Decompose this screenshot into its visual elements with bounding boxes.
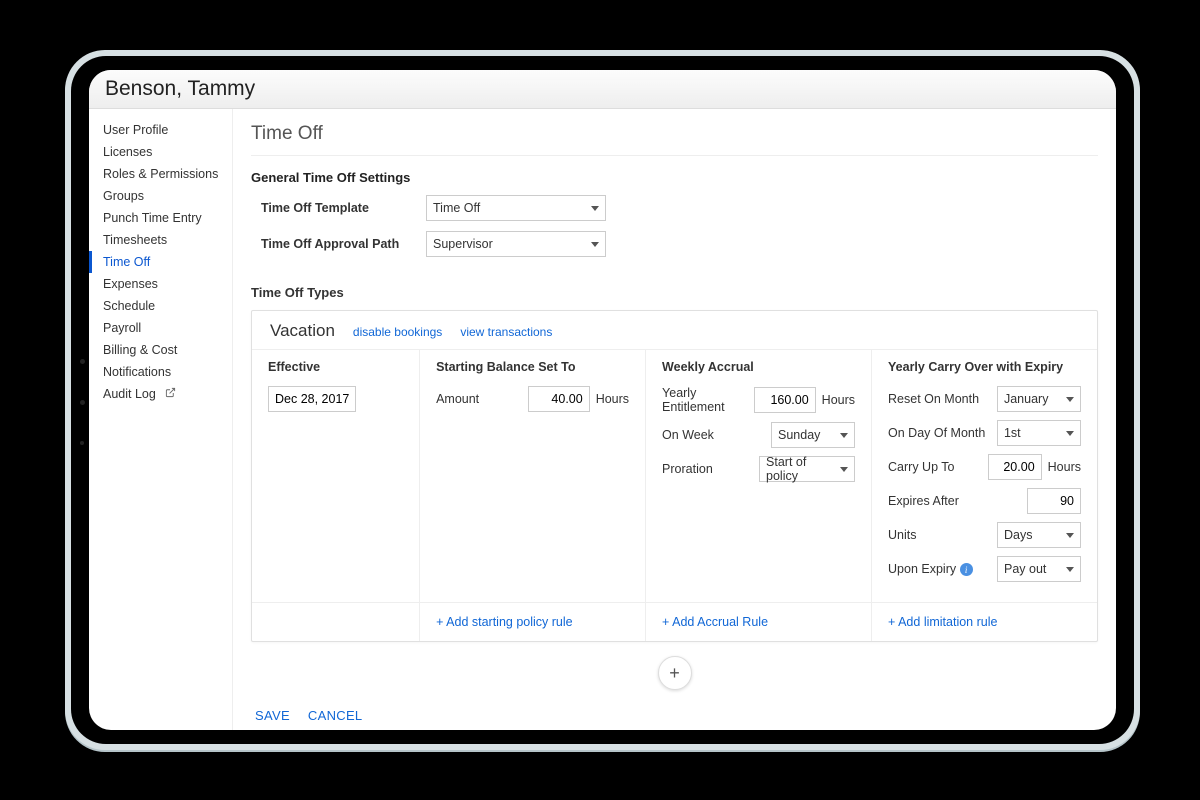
sidebar-item-punch-time-entry[interactable]: Punch Time Entry bbox=[89, 207, 232, 229]
accrual-heading: Weekly Accrual bbox=[662, 360, 855, 374]
upon-expiry-select[interactable]: Pay out bbox=[997, 556, 1081, 582]
on-day-label: On Day Of Month bbox=[888, 426, 991, 440]
chevron-down-icon bbox=[591, 206, 599, 211]
add-starting-policy-rule-link[interactable]: + Add starting policy rule bbox=[436, 615, 573, 629]
cancel-button[interactable]: CANCEL bbox=[308, 708, 363, 723]
app-screen: Benson, Tammy User Profile Licenses Role… bbox=[89, 70, 1116, 730]
select-value: Pay out bbox=[1004, 562, 1046, 576]
time-off-type-card-vacation: Vacation disable bookings view transacti… bbox=[251, 310, 1098, 642]
main-content: Time Off General Time Off Settings Time … bbox=[233, 109, 1116, 730]
amount-input[interactable] bbox=[528, 386, 590, 412]
accrual-column: Weekly Accrual Yearly Entitlement Hours … bbox=[646, 350, 872, 602]
select-value: 1st bbox=[1004, 426, 1021, 440]
starting-balance-column: Starting Balance Set To Amount Hours bbox=[420, 350, 646, 602]
general-settings-heading: General Time Off Settings bbox=[251, 170, 1098, 185]
on-week-label: On Week bbox=[662, 428, 765, 442]
upon-expiry-label: Upon Expiry i bbox=[888, 562, 991, 577]
camera-dot-3 bbox=[80, 441, 84, 445]
camera-dot bbox=[80, 400, 85, 405]
carry-over-column: Yearly Carry Over with Expiry Reset On M… bbox=[872, 350, 1097, 602]
on-day-select[interactable]: 1st bbox=[997, 420, 1081, 446]
sidebar: User Profile Licenses Roles & Permission… bbox=[89, 109, 233, 730]
page-title: Time Off bbox=[251, 119, 1098, 156]
select-value: January bbox=[1004, 392, 1048, 406]
info-icon[interactable]: i bbox=[960, 563, 973, 576]
approval-path-select[interactable]: Supervisor bbox=[426, 231, 606, 257]
sidebar-item-notifications[interactable]: Notifications bbox=[89, 361, 232, 383]
select-value: Start of policy bbox=[766, 455, 840, 483]
amount-unit: Hours bbox=[596, 392, 629, 406]
effective-date-input[interactable] bbox=[268, 386, 356, 412]
sidebar-item-payroll[interactable]: Payroll bbox=[89, 317, 232, 339]
disable-bookings-link[interactable]: disable bookings bbox=[353, 325, 442, 339]
expires-after-input[interactable] bbox=[1027, 488, 1081, 514]
select-value: Time Off bbox=[433, 201, 480, 215]
chevron-down-icon bbox=[840, 433, 848, 438]
sidebar-item-groups[interactable]: Groups bbox=[89, 185, 232, 207]
add-type-button[interactable]: + bbox=[658, 656, 692, 690]
units-label: Units bbox=[888, 528, 991, 542]
view-transactions-link[interactable]: view transactions bbox=[460, 325, 552, 339]
select-value: Days bbox=[1004, 528, 1032, 542]
reset-month-label: Reset On Month bbox=[888, 392, 991, 406]
external-link-icon bbox=[165, 387, 176, 401]
entitlement-unit: Hours bbox=[822, 393, 855, 407]
page-user-title: Benson, Tammy bbox=[89, 70, 1116, 109]
starting-balance-heading: Starting Balance Set To bbox=[436, 360, 629, 374]
sidebar-item-roles-permissions[interactable]: Roles & Permissions bbox=[89, 163, 232, 185]
chevron-down-icon bbox=[1066, 431, 1074, 436]
time-off-template-select[interactable]: Time Off bbox=[426, 195, 606, 221]
effective-heading: Effective bbox=[268, 360, 403, 374]
select-value: Supervisor bbox=[433, 237, 493, 251]
sidebar-item-user-profile[interactable]: User Profile bbox=[89, 119, 232, 141]
proration-select[interactable]: Start of policy bbox=[759, 456, 855, 482]
sidebar-item-licenses[interactable]: Licenses bbox=[89, 141, 232, 163]
yearly-entitlement-input[interactable] bbox=[754, 387, 816, 413]
sidebar-item-label: Audit Log bbox=[103, 387, 156, 401]
tablet-bezel: Benson, Tammy User Profile Licenses Role… bbox=[71, 56, 1134, 744]
time-off-template-label: Time Off Template bbox=[251, 201, 426, 215]
approval-path-label: Time Off Approval Path bbox=[251, 237, 426, 251]
carry-up-input[interactable] bbox=[988, 454, 1042, 480]
yearly-entitlement-label: Yearly Entitlement bbox=[662, 386, 748, 414]
time-off-types-heading: Time Off Types bbox=[251, 285, 1098, 300]
reset-month-select[interactable]: January bbox=[997, 386, 1081, 412]
tablet-frame: Benson, Tammy User Profile Licenses Role… bbox=[65, 50, 1140, 750]
sidebar-item-time-off[interactable]: Time Off bbox=[89, 251, 232, 273]
sidebar-item-audit-log[interactable]: Audit Log bbox=[89, 383, 232, 405]
effective-column: Effective bbox=[252, 350, 420, 602]
sidebar-item-timesheets[interactable]: Timesheets bbox=[89, 229, 232, 251]
carry-up-label: Carry Up To bbox=[888, 460, 982, 474]
sidebar-item-expenses[interactable]: Expenses bbox=[89, 273, 232, 295]
on-week-select[interactable]: Sunday bbox=[771, 422, 855, 448]
chevron-down-icon bbox=[1066, 397, 1074, 402]
chevron-down-icon bbox=[840, 467, 848, 472]
expires-after-label: Expires After bbox=[888, 494, 1021, 508]
camera-dot-2 bbox=[80, 359, 85, 364]
carry-up-unit: Hours bbox=[1048, 460, 1081, 474]
type-name: Vacation bbox=[270, 321, 335, 341]
proration-label: Proration bbox=[662, 462, 753, 476]
add-limitation-rule-link[interactable]: + Add limitation rule bbox=[888, 615, 997, 629]
amount-label: Amount bbox=[436, 392, 522, 406]
units-select[interactable]: Days bbox=[997, 522, 1081, 548]
chevron-down-icon bbox=[591, 242, 599, 247]
sidebar-item-billing-cost[interactable]: Billing & Cost bbox=[89, 339, 232, 361]
sidebar-item-schedule[interactable]: Schedule bbox=[89, 295, 232, 317]
select-value: Sunday bbox=[778, 428, 820, 442]
chevron-down-icon bbox=[1066, 533, 1074, 538]
save-button[interactable]: SAVE bbox=[255, 708, 290, 723]
carry-over-heading: Yearly Carry Over with Expiry bbox=[888, 360, 1081, 374]
chevron-down-icon bbox=[1066, 567, 1074, 572]
add-accrual-rule-link[interactable]: + Add Accrual Rule bbox=[662, 615, 768, 629]
